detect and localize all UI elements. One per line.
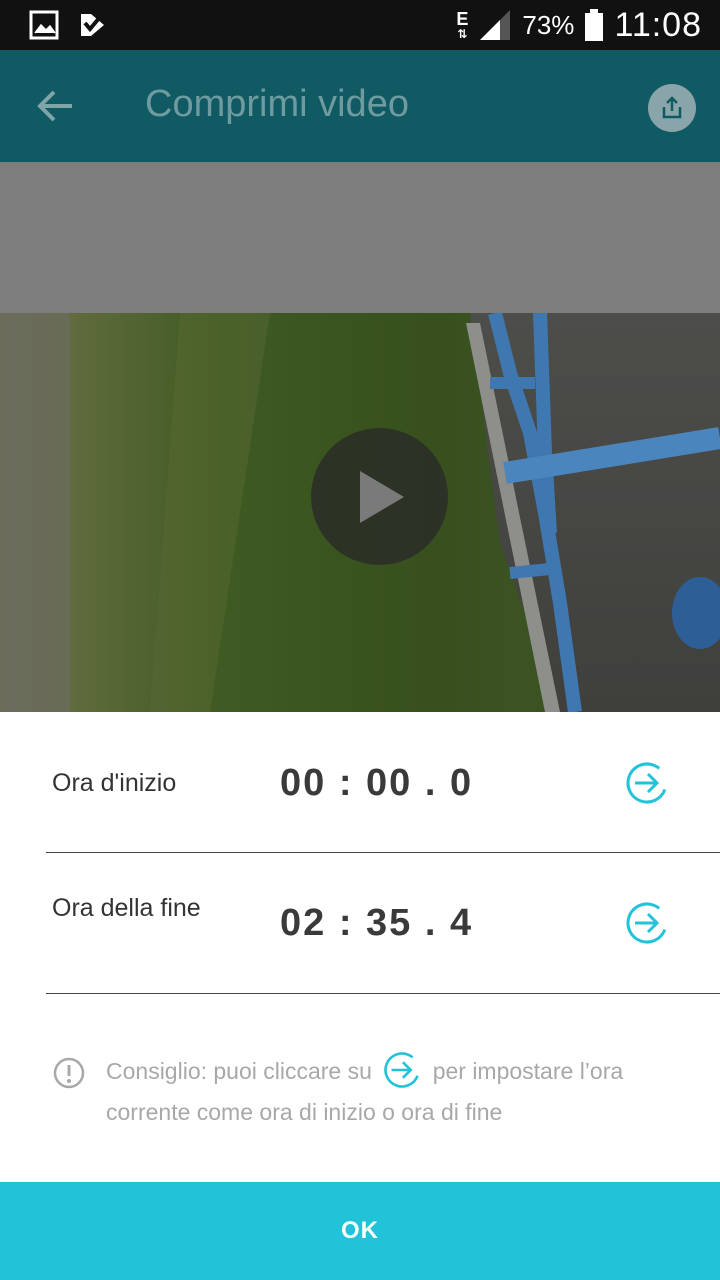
- start-time-value[interactable]: 00 : 00 . 0: [280, 762, 473, 805]
- end-time-label: Ora della fine: [52, 894, 201, 922]
- signal-icon: [480, 10, 511, 40]
- clock: 11:08: [614, 5, 702, 44]
- tip-text: Consiglio: puoi cliccare su per impostar…: [106, 1052, 666, 1131]
- divider: [46, 852, 720, 853]
- play-icon: [359, 470, 404, 523]
- video-preview: [0, 162, 720, 712]
- app-bar: Comprimi video: [0, 50, 720, 162]
- share-button[interactable]: [648, 84, 696, 132]
- play-button[interactable]: [311, 428, 448, 565]
- data-arrows-icon: ⇅: [457, 27, 468, 41]
- network-type: E: [456, 9, 469, 29]
- back-button[interactable]: [28, 80, 84, 132]
- end-time-value[interactable]: 02 : 35 . 4: [280, 902, 473, 945]
- battery-icon: [585, 9, 604, 41]
- page-title: Comprimi video: [145, 83, 409, 125]
- network-indicator: E ⇅: [456, 10, 468, 40]
- divider: [46, 993, 720, 994]
- end-time-row: Ora della fine 02 : 35 . 4: [46, 892, 720, 992]
- check-notification-icon: [81, 14, 104, 36]
- info-icon: [53, 1057, 85, 1089]
- set-end-arrow-icon[interactable]: [624, 900, 670, 946]
- start-time-label: Ora d'inizio: [52, 769, 177, 797]
- battery-percent: 73%: [522, 9, 575, 40]
- arrow-circle-icon: [384, 1052, 421, 1088]
- tip-text-before: Consiglio: puoi cliccare su: [106, 1058, 372, 1084]
- image-icon: [29, 10, 59, 40]
- set-start-arrow-icon[interactable]: [624, 760, 670, 806]
- ok-button-label: OK: [341, 1217, 379, 1244]
- status-bar: E ⇅ 73% 11:08: [0, 0, 720, 50]
- video-letterbox: [0, 162, 720, 313]
- arrow-back-icon: [37, 90, 72, 122]
- ok-button[interactable]: OK: [0, 1182, 720, 1280]
- start-time-row: Ora d'inizio 00 : 00 . 0: [46, 752, 720, 852]
- share-icon: [662, 96, 682, 119]
